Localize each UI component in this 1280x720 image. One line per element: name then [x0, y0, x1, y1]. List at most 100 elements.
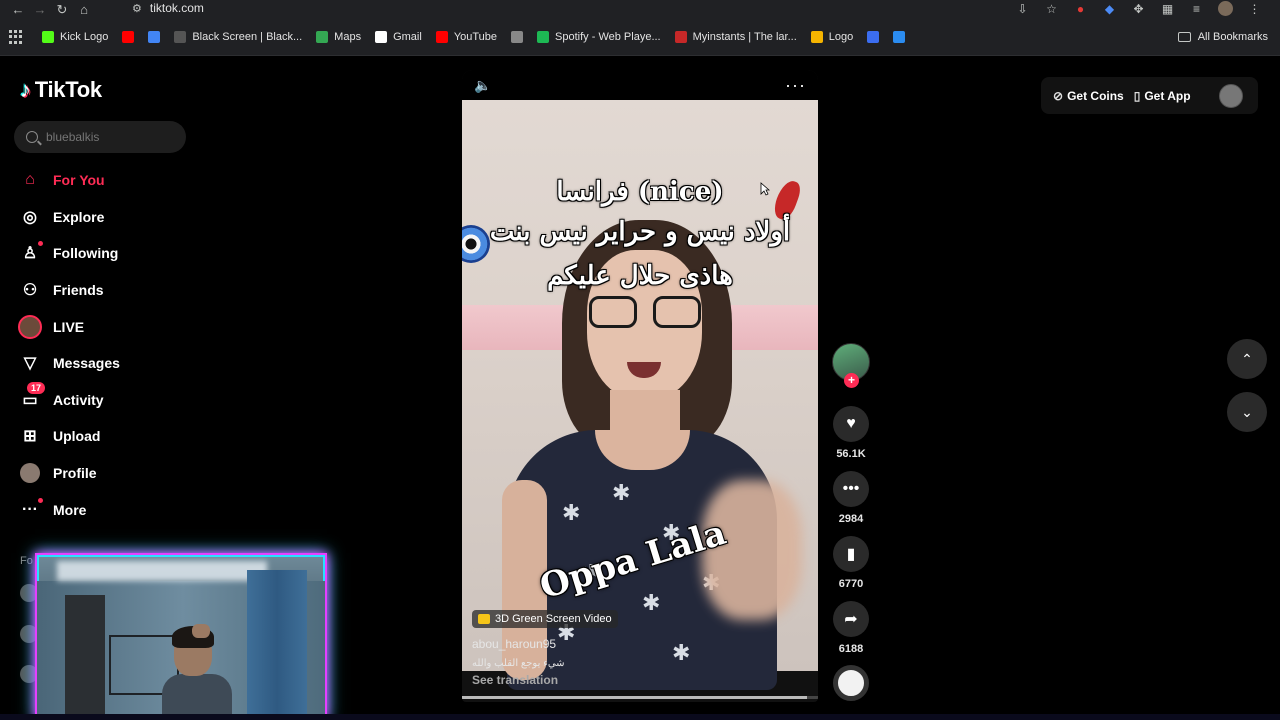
bookmark-item[interactable]: Spotify - Web Playe...	[537, 31, 661, 43]
messages-icon: ▽	[23, 355, 37, 373]
bookmark-favicon-icon	[375, 31, 388, 43]
sidebar-item-label: Explore	[53, 208, 105, 225]
following-accounts-label: Fo	[20, 555, 33, 567]
volume-icon[interactable]: 🔈	[474, 77, 491, 94]
comment-action[interactable]: ••• 2984	[831, 471, 871, 525]
logo-text: TikTok	[34, 77, 102, 102]
phone-icon: ▯	[1133, 88, 1141, 103]
video-progress-bar[interactable]	[462, 696, 818, 699]
bookmark-item[interactable]	[122, 31, 135, 43]
sidebar-item-more[interactable]: ··· More	[20, 491, 120, 528]
get-coins-button[interactable]: ⊘ Get Coins	[1053, 89, 1124, 103]
video-description: شيء يوجع القلب والله	[472, 658, 565, 669]
extensions-puzzle-icon[interactable]: ✥	[1131, 1, 1146, 16]
bookmark-item[interactable]	[867, 31, 880, 43]
sidebar-item-explore[interactable]: ◎ Explore	[20, 199, 120, 236]
comment-icon[interactable]: •••	[833, 471, 869, 507]
bookmark-star-icon[interactable]: ☆	[1044, 1, 1059, 16]
browser-profile-avatar[interactable]	[1218, 1, 1233, 16]
music-disc-icon[interactable]	[833, 665, 869, 701]
home-icon: ⌂	[25, 171, 35, 189]
url-text[interactable]: tiktok.com	[150, 1, 204, 15]
sidebar-item-activity[interactable]: ▭ 17 Activity	[20, 381, 120, 419]
browser-menu-icon[interactable]: ⋮	[1247, 1, 1262, 16]
next-video-button[interactable]: ⌄	[1227, 392, 1267, 432]
sidebar-item-profile[interactable]: Profile	[20, 455, 120, 492]
save-action[interactable]: ▮ 6770	[831, 536, 871, 590]
bookmark-label: Logo	[828, 31, 854, 43]
site-settings-icon[interactable]: ⚙	[132, 2, 142, 15]
tiktok-logo[interactable]: ♪ TikTok	[20, 77, 102, 103]
webcam-overlay	[35, 553, 327, 720]
bookmark-item[interactable]: Kick Logo	[42, 31, 108, 43]
live-avatar-icon	[18, 314, 42, 339]
bookmark-label: Myinstants | The lar...	[692, 31, 797, 43]
sidebar-item-friends[interactable]: ⚇ Friends	[20, 272, 120, 309]
bookmark-favicon-icon	[148, 31, 161, 43]
video-caption-line: هاذى حلال عليكم	[547, 261, 733, 291]
sidebar-item-messages[interactable]: ▽ Messages	[20, 345, 120, 382]
search-box[interactable]	[14, 121, 186, 153]
bookmark-item[interactable]: Gmail	[375, 31, 422, 43]
bookmark-favicon-icon	[316, 31, 329, 43]
get-app-button[interactable]: ▯ Get App	[1134, 89, 1191, 103]
mouse-cursor-icon	[760, 182, 770, 196]
tiktok-note-icon: ♪	[20, 77, 31, 102]
following-icon: ♙	[20, 241, 43, 263]
previous-video-button[interactable]: ⌃	[1227, 339, 1267, 379]
bookmark-favicon-icon	[537, 31, 550, 43]
address-bar[interactable]: ⚙ tiktok.com	[132, 0, 204, 16]
bookmark-item[interactable]	[148, 31, 161, 43]
chevron-up-icon: ⌃	[1241, 350, 1253, 367]
search-input[interactable]	[46, 130, 176, 144]
folder-icon	[1177, 32, 1191, 42]
bookmark-item[interactable]	[511, 31, 524, 43]
effect-tag[interactable]: 3D Green Screen Video	[472, 610, 618, 628]
coin-icon: ⊘	[1053, 88, 1064, 103]
see-translation-link[interactable]: See translation	[472, 673, 558, 687]
sidebar-item-upload[interactable]: ⊞ Upload	[20, 418, 120, 455]
bookmark-icon[interactable]: ▮	[833, 536, 869, 572]
bookmark-item[interactable]: Myinstants | The lar...	[674, 31, 797, 43]
tab-search-icon[interactable]: ▦	[1160, 1, 1175, 16]
follow-plus-icon[interactable]: +	[844, 373, 859, 388]
search-icon[interactable]	[26, 131, 38, 143]
sidebar-item-following[interactable]: ♙ Following	[20, 235, 120, 272]
like-action[interactable]: ♥ 56.1K	[831, 406, 871, 460]
sidebar-item-for-you[interactable]: ⌂ For You	[20, 162, 120, 199]
user-avatar[interactable]	[1218, 83, 1243, 108]
upload-icon: ⊞	[23, 428, 37, 446]
share-icon[interactable]: ➦	[833, 601, 869, 637]
forward-icon[interactable]: →	[29, 0, 51, 19]
all-bookmarks-button[interactable]: All Bookmarks	[1177, 31, 1268, 43]
reload-icon[interactable]: ↻	[51, 0, 73, 19]
heart-icon[interactable]: ♥	[833, 406, 869, 442]
bookmark-label: Gmail	[393, 31, 422, 43]
bookmark-item[interactable]	[893, 31, 906, 43]
sidebar-item-label: Following	[53, 245, 119, 262]
compass-icon: ◎	[23, 208, 37, 226]
bookmark-item[interactable]: Black Screen | Black...	[174, 31, 302, 43]
more-options-icon[interactable]: ···	[785, 76, 806, 94]
install-app-icon[interactable]: ⇩	[1015, 1, 1030, 16]
share-action[interactable]: ➦ 6188	[831, 601, 871, 655]
new-dot-indicator	[38, 497, 43, 503]
back-icon[interactable]: ←	[7, 0, 29, 19]
bookmark-item[interactable]: Logo	[810, 31, 854, 43]
media-control-icon[interactable]: ≡	[1189, 1, 1204, 16]
home-browser-icon[interactable]: ⌂	[73, 0, 95, 19]
get-coins-label: Get Coins	[1067, 88, 1124, 103]
all-bookmarks-label: All Bookmarks	[1197, 31, 1268, 43]
extension-blue-icon[interactable]: ◆	[1102, 1, 1117, 16]
bookmark-item[interactable]: YouTube	[435, 31, 497, 43]
author-username[interactable]: abou_haroun95	[472, 637, 556, 651]
video-player[interactable]: 🔈 ··· ✱ ✱ ✱ ✱ ✱ ✱ ✱ ✱ فرانسا (nice) أولا…	[462, 70, 818, 702]
bookmark-favicon-icon	[810, 31, 823, 43]
sidebar-item-label: For You	[53, 172, 105, 189]
sidebar-item-label: Activity	[53, 391, 104, 408]
sidebar-item-live[interactable]: LIVE	[18, 308, 120, 345]
streamer	[162, 624, 232, 718]
bookmark-item[interactable]: Maps	[316, 31, 361, 43]
apps-grid-icon[interactable]	[9, 30, 23, 44]
extension-red-icon[interactable]: ●	[1073, 1, 1088, 16]
